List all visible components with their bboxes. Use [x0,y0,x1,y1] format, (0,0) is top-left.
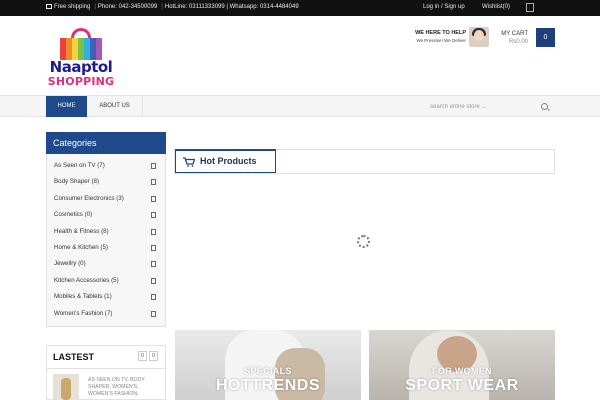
category-item[interactable]: Health & Fitness (8) [47,224,165,240]
cart-amount: Rs0.00 [508,39,528,45]
free-shipping-text: Free shipping [54,4,91,10]
category-label: Body Shaper (8) [54,178,100,186]
category-label: As Seen on TV (7) [54,162,105,169]
support-agent-avatar [469,27,489,47]
search-icon[interactable] [541,103,548,110]
category-item[interactable]: Home & Kitchen (5) [47,240,165,256]
expand-icon[interactable] [151,277,156,284]
top-bar: Free shipping | Phone: 042-34500099 | HotLin… [0,0,600,16]
expand-icon[interactable] [151,310,156,317]
category-item[interactable]: Kitchen Accessories (5) [47,273,165,289]
phone-text: Phone: 042-34500099 [97,4,158,10]
hot-products-title: Hot Products [200,156,257,166]
help-block: WE HERE TO HELP We Pressise! We Deliver [412,30,466,43]
expand-icon[interactable] [151,294,156,301]
expand-icon[interactable] [151,195,156,202]
cart-count-button[interactable]: 0 [536,28,555,47]
previous-button[interactable]: 0 [138,351,147,361]
truck-icon [46,4,52,9]
top-bar-square-icon[interactable] [526,3,534,12]
divider [46,368,166,369]
category-label: Health & Fitness (8) [54,227,109,235]
category-label: Jewellry (0) [54,260,86,268]
top-bar-info: Free shipping | Phone: 042-34500099 | HotLin… [46,4,301,10]
product-categories-text: AS SEEN ON TV, BODY SHAPER, WOMEN'S, WOM… [88,377,145,397]
expand-icon[interactable] [151,179,156,186]
expand-icon[interactable] [151,261,156,268]
banner-hottrends[interactable]: SPECIALS HOTTRENDS [175,330,361,400]
categories-list: As Seen on TV (7) Body Shaper (8) Consum… [47,158,165,322]
logo-subtitle: SHOPPING [47,75,115,88]
nav-home[interactable]: HOME [46,96,87,117]
expand-icon[interactable] [151,244,156,251]
nav-about-us[interactable]: ABOUT US [87,96,143,117]
category-item[interactable]: Women's Fashion (7) [47,306,165,322]
category-label: Cosmetics (0) [54,211,93,219]
category-label: Women's Fashion (7) [54,309,113,317]
expand-icon[interactable] [151,212,156,219]
banner-subtitle: SPECIALS [244,366,292,376]
lastest-title: LASTEST [53,352,95,362]
category-label: Home & Kitchen (5) [54,243,108,251]
site-logo[interactable]: Naaptol SHOPPING [46,28,116,90]
category-label: Consumer Electronics (3) [54,194,124,202]
login-link[interactable]: Log in / Sign up [423,4,465,10]
banner-title: HOTTRENDS [215,377,321,394]
banner-sport-wear[interactable]: FOR WOMEN SPORT WEAR [369,330,555,400]
category-label: Mobiles & Tablets (1) [54,293,112,301]
category-item[interactable]: Consumer Electronics (3) [47,191,165,207]
hotline-text: HotLine: 03111333099 | Whatsapp: 0314-44… [164,4,299,10]
next-button[interactable]: 0 [149,351,158,361]
product-thumbnail[interactable] [53,374,79,400]
main-nav: HOME ABOUT US [0,95,600,117]
expand-icon[interactable] [151,228,156,235]
category-item[interactable]: Jewellry (0) [47,256,165,272]
search-input[interactable] [430,101,538,113]
categories-title: Categories [46,132,166,154]
divider: | [94,4,96,10]
loading-spinner-icon [357,235,370,248]
expand-icon[interactable] [151,163,156,169]
banner-subtitle: FOR WOMEN [432,366,492,376]
help-subtitle: We Pressise! We Deliver [416,38,466,43]
shopping-bag-icon [60,28,102,60]
category-label: Kitchen Accessories (5) [54,276,119,284]
hot-products-tab[interactable]: Hot Products [175,149,276,173]
help-title: WE HERE TO HELP [415,30,466,36]
category-item[interactable]: Mobiles & Tablets (1) [47,289,165,305]
category-item[interactable]: Body Shaper (8) [47,174,165,190]
wishlist-link[interactable]: Wishlist(0) [482,4,510,10]
category-item[interactable]: Cosmetics (0) [47,207,165,223]
logo-wordmark: Naaptol [49,58,113,76]
cart-label[interactable]: MY CART [494,31,528,37]
banner-title: SPORT WEAR [405,377,519,394]
divider: | [161,4,163,10]
cart-icon [183,157,195,167]
category-item[interactable]: As Seen on TV (7) [47,158,165,174]
